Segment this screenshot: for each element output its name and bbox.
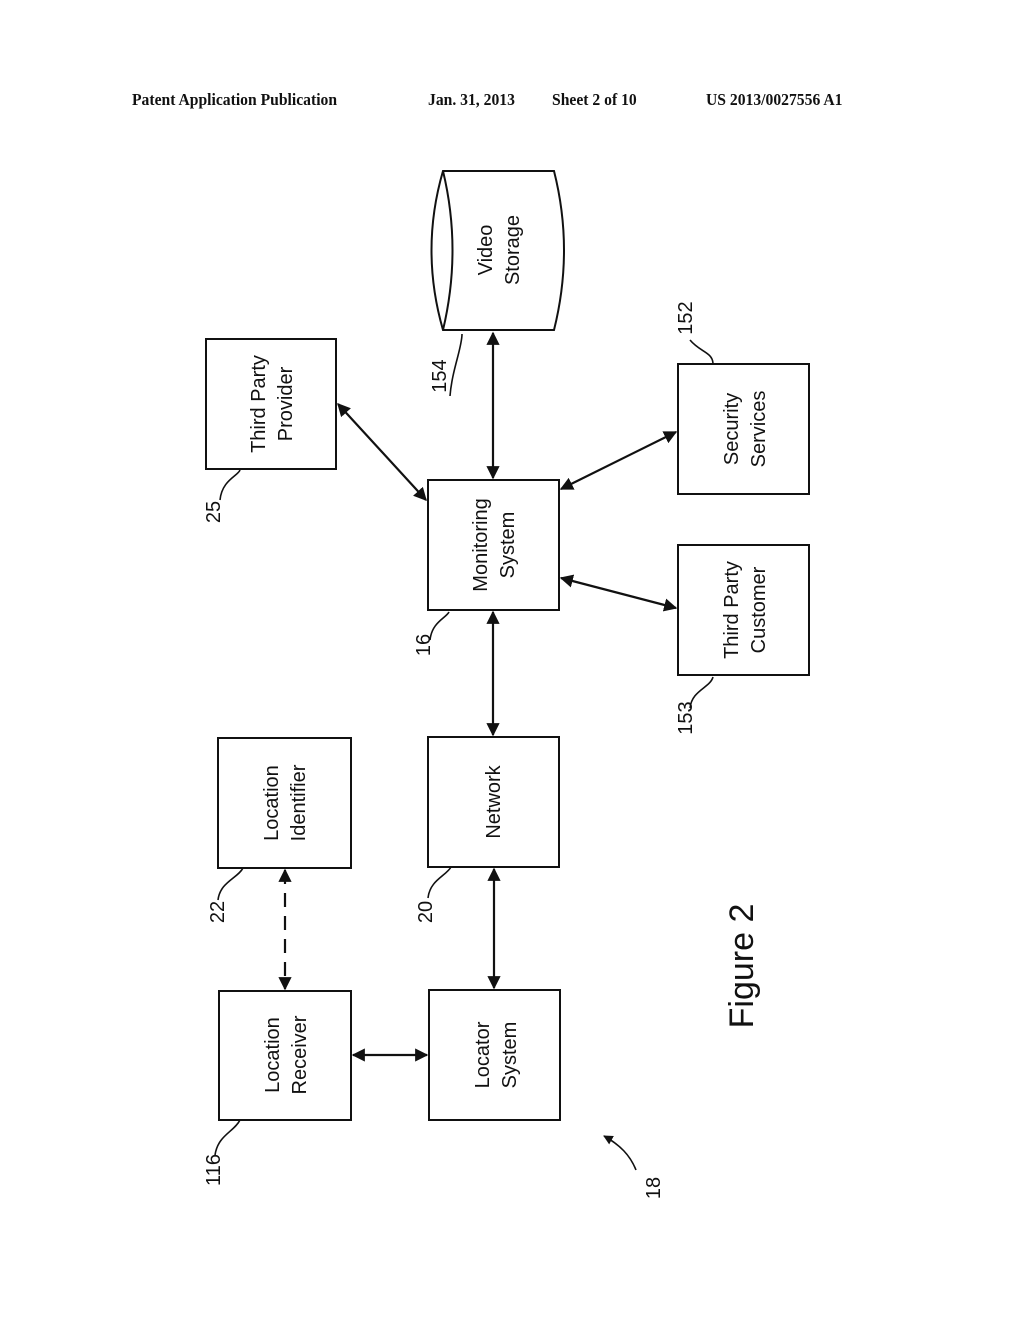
- node-third-party-customer: Third Party Customer: [677, 544, 810, 676]
- node-label-line2: Storage: [502, 215, 524, 285]
- node-label-line2: System: [497, 512, 519, 579]
- edge-monitoring-security-services: [559, 431, 678, 490]
- edge-monitoring-third-party-customer: [559, 574, 678, 612]
- node-locator-system: Locator System: [428, 989, 561, 1121]
- node-label-line1: Video: [475, 225, 497, 276]
- ref-leader-22: [217, 867, 244, 901]
- node-label-line2: Customer: [748, 566, 770, 653]
- ref-label-152: 152: [675, 301, 697, 334]
- edge-monitoring-third-party-provider: [337, 403, 427, 501]
- node-video-storage: Video Storage: [430, 170, 565, 331]
- system-ref-arrow: [603, 1135, 637, 1171]
- node-security-services: Security Services: [677, 363, 810, 495]
- node-label-line1: Third Party: [721, 561, 743, 659]
- node-label-line1: Third Party: [248, 355, 270, 453]
- ref-leader-25: [219, 469, 241, 501]
- ref-label-25: 25: [203, 501, 225, 523]
- node-third-party-provider: Third Party Provider: [205, 338, 337, 470]
- ref-leader-116: [214, 1119, 241, 1156]
- node-label-line1: Network: [483, 764, 505, 838]
- node-label-line1: Security: [721, 393, 743, 465]
- ref-leader-154: [449, 333, 463, 397]
- ref-leader-152: [689, 339, 714, 364]
- node-monitoring-system: Monitoring System: [427, 479, 560, 611]
- node-location-receiver: Location Receiver: [218, 990, 352, 1121]
- node-label-line2: Receiver: [289, 1015, 311, 1094]
- node-location-identifier: Location Identifier: [217, 737, 352, 869]
- system-ref-label: 18: [643, 1177, 665, 1199]
- node-label-line2: Provider: [275, 366, 297, 441]
- node-label-line2: System: [499, 1022, 521, 1089]
- figure-caption: Figure 2: [723, 904, 761, 1029]
- ref-label-16: 16: [413, 634, 435, 656]
- ref-leader-20: [427, 866, 452, 899]
- ref-label-20: 20: [415, 901, 437, 923]
- node-network: Network: [427, 736, 560, 868]
- block-diagram: Video Storage 154 Third Party Provider 2…: [203, 170, 810, 1199]
- ref-label-154: 154: [429, 359, 451, 392]
- node-label-line1: Locator: [472, 1021, 494, 1088]
- ref-label-153: 153: [675, 701, 697, 734]
- ref-label-22: 22: [207, 901, 229, 923]
- node-label-line1: Location: [261, 765, 283, 841]
- ref-label-116: 116: [203, 1154, 225, 1186]
- node-label-line2: Identifier: [288, 764, 310, 841]
- node-label-line1: Location: [262, 1017, 284, 1093]
- node-label-line1: Monitoring: [470, 498, 492, 591]
- node-label-line2: Services: [748, 391, 770, 468]
